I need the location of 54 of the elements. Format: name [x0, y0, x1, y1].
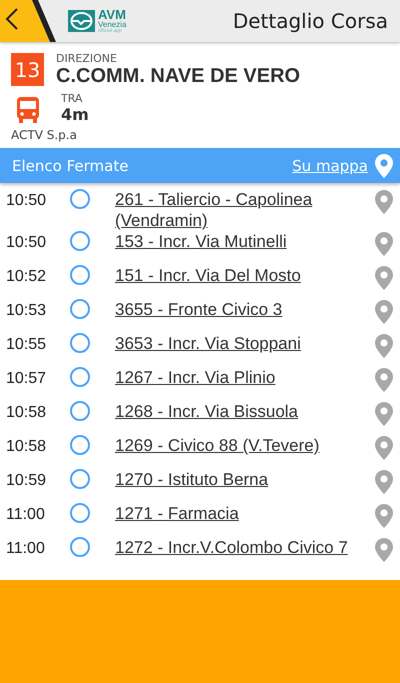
map-pin-icon[interactable]: [374, 333, 394, 359]
map-pin-icon[interactable]: [374, 189, 394, 215]
circle-icon: [70, 265, 90, 285]
stop-name-link[interactable]: 153 - Incr. Via Mutinelli: [115, 231, 370, 252]
circle-icon: [70, 469, 90, 489]
stop-time: 10:53: [5, 302, 48, 320]
stop-time: 11:00: [5, 506, 46, 524]
circle-icon: [70, 537, 90, 557]
stop-name-link[interactable]: 1271 - Farmacia: [115, 503, 370, 524]
stop-time: 11:00: [5, 540, 46, 558]
map-pin-icon[interactable]: [374, 469, 394, 495]
stop-name-link[interactable]: 1272 - Incr.V.Colombo Civico 7: [115, 537, 370, 558]
stop-name-link[interactable]: 1268 - Incr. Via Bissuola: [115, 401, 370, 422]
operator-name: ACTV S.p.a: [11, 128, 78, 142]
section-title: Elenco Fermate: [12, 156, 130, 174]
map-pin-icon[interactable]: [374, 503, 394, 529]
stop-time: 10:58: [5, 438, 48, 456]
circle-icon: [70, 401, 90, 421]
stop-name-link[interactable]: 3655 - Fronte Civico 3: [115, 299, 370, 320]
direction-label: DIREZIONE: [56, 52, 118, 65]
stop-time: 10:50: [5, 192, 48, 210]
screen-title: Dettaglio Corsa: [232, 9, 388, 33]
map-pin-icon[interactable]: [374, 265, 394, 291]
stop-time: 10:50: [5, 234, 48, 252]
stop-time: 10:58: [5, 404, 48, 422]
direction-name: C.COMM. NAVE DE VERO: [56, 65, 300, 88]
stop-name-link[interactable]: 151 - Incr. Via Del Mosto: [115, 265, 370, 286]
bus-icon: [15, 96, 41, 124]
stop-time: 10:59: [5, 472, 48, 490]
stop-name-link[interactable]: 1267 - Incr. Via Plinio: [115, 367, 370, 388]
circle-icon: [70, 231, 90, 251]
map-pin-icon[interactable]: [374, 231, 394, 257]
eta-value: 4m: [61, 105, 89, 124]
map-pin-icon[interactable]: [374, 299, 394, 325]
stop-name-link[interactable]: 3653 - Incr. Via Stoppani: [115, 333, 370, 354]
map-pin-icon[interactable]: [374, 401, 394, 427]
stop-time: 10:55: [5, 336, 48, 354]
stop-name-link[interactable]: 1270 - Istituto Berna: [115, 469, 370, 490]
circle-icon: [70, 189, 90, 209]
stop-name-link[interactable]: 1269 - Civico 88 (V.Tevere): [115, 435, 370, 456]
stop-name-link[interactable]: 261 - Taliercio - Capolinea (Vendramin): [115, 189, 370, 231]
map-pin-icon[interactable]: [374, 367, 394, 393]
map-pin-icon[interactable]: [374, 537, 394, 563]
circle-icon: [70, 435, 90, 455]
circle-icon: [70, 503, 90, 523]
map-pin-icon[interactable]: [374, 152, 394, 178]
circle-icon: [70, 333, 90, 353]
eta-label: TRA: [61, 92, 84, 105]
stop-time: 10:57: [5, 370, 48, 388]
stop-time: 10:52: [5, 268, 48, 286]
line-number-badge: 13: [11, 53, 44, 86]
circle-icon: [70, 367, 90, 387]
circle-icon: [70, 299, 90, 319]
map-pin-icon[interactable]: [374, 435, 394, 461]
